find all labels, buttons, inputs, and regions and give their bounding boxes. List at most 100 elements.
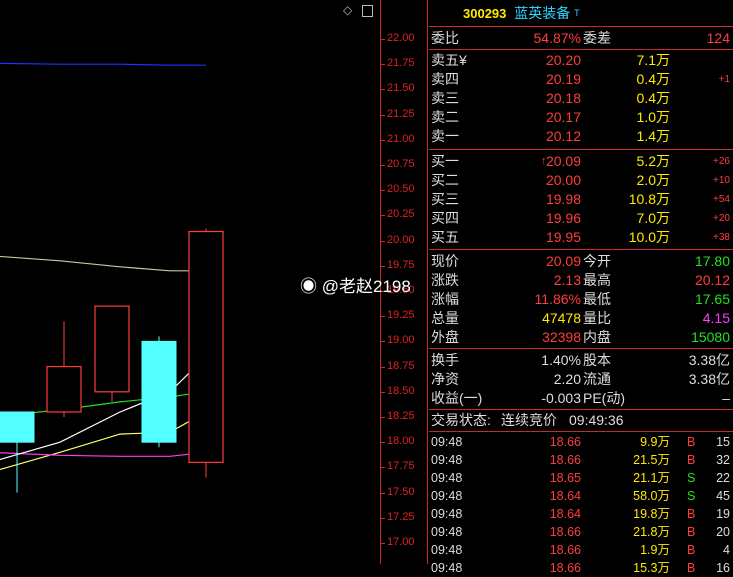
trade-row: 09:48 18.66 21.5万 B 32 <box>429 451 733 469</box>
trade-side: B <box>687 507 696 521</box>
candle-body <box>46 366 82 413</box>
sell-level-row[interactable]: 卖四 20.19 0.4万 +1 <box>429 70 733 89</box>
price-tick: 18.25 <box>380 410 415 422</box>
price-tick: 20.00 <box>380 233 415 246</box>
level-label: 卖五 <box>431 52 459 68</box>
weicha-value: 124 <box>706 30 730 46</box>
level-price: 20.12 <box>545 128 581 144</box>
trade-count: 20 <box>716 525 730 539</box>
level-label: 买一 <box>431 153 459 169</box>
level-change: +20 <box>713 213 730 224</box>
watermark: ◉ @老赵2198 <box>300 272 411 297</box>
trade-side: B <box>687 453 696 467</box>
quote-label: 最低 <box>583 291 611 307</box>
trade-time: 09:48 <box>431 507 463 521</box>
quote-label: 外盘 <box>431 329 459 345</box>
price-tick: 20.75 <box>380 158 415 170</box>
panel-toggle-icon[interactable] <box>362 4 374 17</box>
tick-trades[interactable]: 09:48 18.66 9.9万 B 15 09:48 18.66 21.5万 B 32 09:48… <box>429 432 733 577</box>
buy-level-row[interactable]: 买四 19.96 7.0万 +20 <box>429 209 733 228</box>
trade-status-row: 交易状态: 连续竞价 09:49:36 <box>429 410 733 432</box>
level-volume: 10.0万 <box>628 229 670 245</box>
price-tick: 20.25 <box>380 208 415 221</box>
quote-stats: 现价 20.09 今开 17.80 涨跌 2.13 最高 20.12 涨幅 11.86% 最低 17.… <box>429 250 733 349</box>
trade-count: 32 <box>716 453 730 467</box>
buy-book: 买一 ↑ 20.09 5.2万 +26 买二 20.00 2.0万 +10 买三 19.98 10.8… <box>429 150 733 250</box>
level-price: 20.20 <box>545 52 581 68</box>
level-mark: ¥ <box>459 52 467 68</box>
weibi-row: 委比 54.87% 委差 124 <box>429 27 733 50</box>
level-change: +10 <box>713 175 730 186</box>
watermark-text: @老赵2198 <box>321 277 411 296</box>
fund-value: 3.38亿 <box>688 371 730 387</box>
quote-value: 20.09 <box>545 253 581 269</box>
fund-label: 股本 <box>583 352 611 368</box>
price-tick: 17.50 <box>380 485 415 498</box>
sell-level-row[interactable]: 卖五 ¥20.20 7.1万 <box>429 51 733 70</box>
level-price: 20.00 <box>545 172 581 188</box>
trade-volume: 21.1万 <box>633 471 670 485</box>
trade-status-time: 09:49:36 <box>569 412 624 428</box>
diamond-icon[interactable]: ◇ <box>343 3 352 17</box>
trade-count: 15 <box>716 435 730 449</box>
candle-body <box>188 230 224 463</box>
trade-price: 18.66 <box>549 543 581 557</box>
sell-level-row[interactable]: 卖一 20.12 1.4万 <box>429 127 733 146</box>
level-label: 卖一 <box>431 128 459 144</box>
level-label: 卖二 <box>431 109 459 125</box>
buy-level-row[interactable]: 买五 19.95 10.0万 +38 <box>429 228 733 247</box>
buy-level-row[interactable]: 买三 19.98 10.8万 +54 <box>429 190 733 209</box>
trade-side: B <box>687 561 696 575</box>
sell-book: 卖五 ¥20.20 7.1万 卖四 20.19 0.4万 +1 卖三 20.18 0.4万 卖二 20… <box>429 50 733 150</box>
trade-status-label: 交易状态: <box>431 412 491 428</box>
buy-level-row[interactable]: 买二 20.00 2.0万 +10 <box>429 171 733 190</box>
fund-value: – <box>722 390 730 406</box>
trade-row: 09:48 18.65 21.1万 S 22 <box>429 469 733 487</box>
price-tick: 19.00 <box>380 334 415 347</box>
quote-value: 17.80 <box>694 253 730 269</box>
trade-price: 18.66 <box>549 525 581 539</box>
sell-level-row[interactable]: 卖三 20.18 0.4万 <box>429 89 733 108</box>
trade-price: 18.66 <box>549 561 581 575</box>
fund-label: 净资 <box>431 371 459 387</box>
trade-side: S <box>687 489 696 503</box>
fund-value: 1.40% <box>541 352 581 368</box>
level-label: 买三 <box>431 191 459 207</box>
level-price: 20.09 <box>545 153 581 169</box>
sell-level-row[interactable]: 卖二 20.17 1.0万 <box>429 108 733 127</box>
level-change: +1 <box>718 74 730 85</box>
trade-side: S <box>687 471 696 485</box>
stock-header[interactable]: 300293 蓝英装备 T <box>429 0 733 27</box>
trade-row: 09:48 18.64 58.0万 S 45 <box>429 487 733 505</box>
trade-volume: 58.0万 <box>633 489 670 503</box>
quote-row: 外盘 32398 内盘 15080 <box>429 328 733 347</box>
candle-body <box>141 340 177 443</box>
level-price: 19.96 <box>545 210 581 226</box>
fund-value: -0.003 <box>541 390 581 406</box>
trade-price: 18.64 <box>549 507 581 521</box>
trade-row: 09:48 18.66 21.8万 B 20 <box>429 523 733 541</box>
trade-time: 09:48 <box>431 453 463 467</box>
trade-count: 19 <box>716 507 730 521</box>
quote-row: 现价 20.09 今开 17.80 <box>429 252 733 271</box>
price-tick: 19.25 <box>380 309 415 322</box>
level-label: 卖四 <box>431 71 459 87</box>
price-tick: 21.75 <box>380 57 415 70</box>
level-price: 20.19 <box>545 71 581 87</box>
quote-row: 涨幅 11.86% 最低 17.65 <box>429 290 733 309</box>
level-volume: 1.4万 <box>636 128 670 144</box>
quote-value: 47478 <box>542 310 581 326</box>
trade-side: B <box>687 543 696 557</box>
weibi-value: 54.87% <box>533 30 581 46</box>
level-price: 19.98 <box>545 191 581 207</box>
stock-name: 蓝英装备 <box>514 5 571 21</box>
fund-value: 3.38亿 <box>688 352 730 368</box>
trade-price: 18.64 <box>549 489 581 503</box>
level-label: 卖三 <box>431 90 459 106</box>
trade-price: 18.65 <box>549 471 581 485</box>
trade-time: 09:48 <box>431 525 463 539</box>
buy-level-row[interactable]: 买一 ↑ 20.09 5.2万 +26 <box>429 152 733 171</box>
level-volume: 7.1万 <box>636 52 670 68</box>
trade-side: B <box>687 435 696 449</box>
fund-value: 2.20 <box>553 371 581 387</box>
